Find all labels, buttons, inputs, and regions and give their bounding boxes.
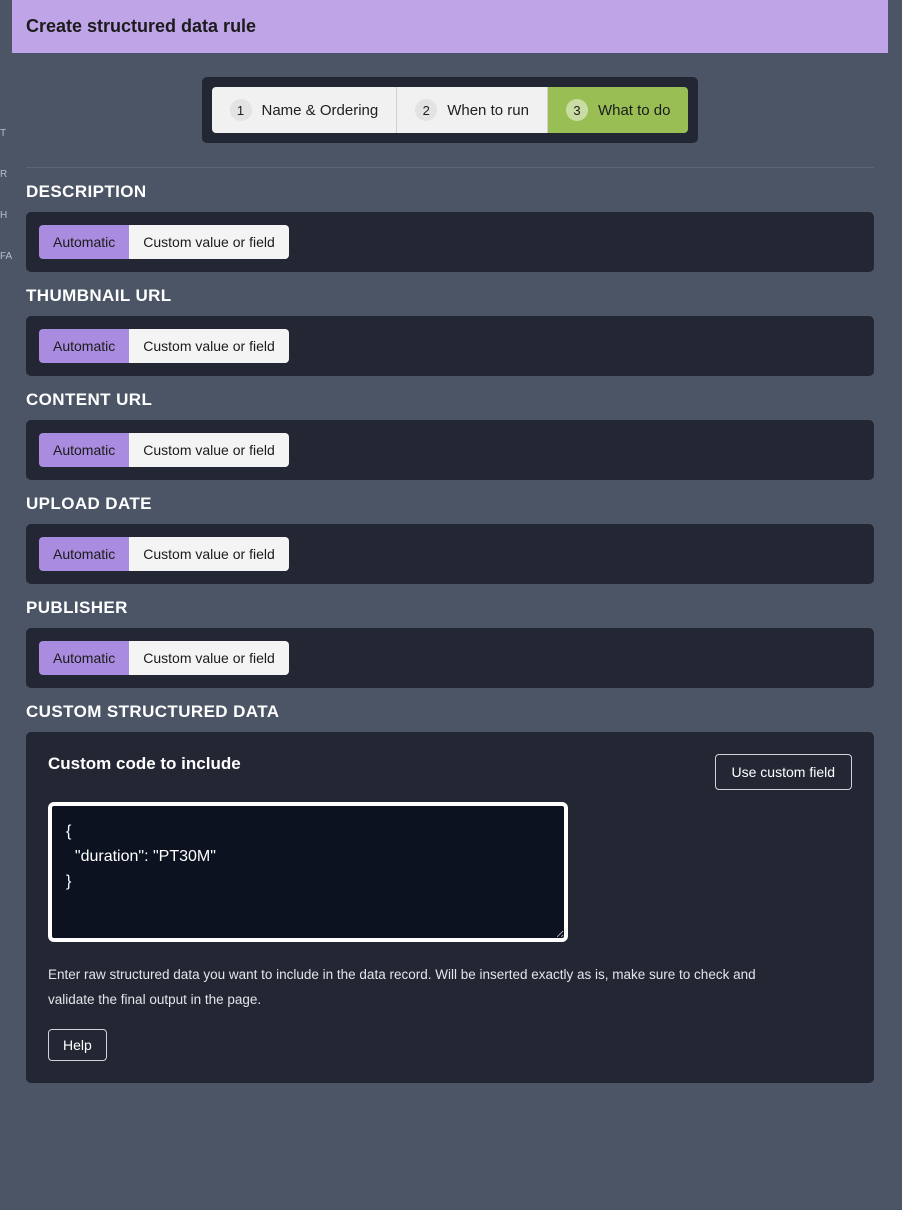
section-heading: UPLOAD DATE: [26, 494, 874, 514]
step-what-to-do[interactable]: 3 What to do: [548, 87, 689, 133]
section-description: DESCRIPTION Automatic Custom value or fi…: [12, 168, 888, 272]
step-number: 2: [415, 99, 437, 121]
section-heading: PUBLISHER: [26, 598, 874, 618]
toggle-automatic[interactable]: Automatic: [39, 433, 129, 467]
steps-container: 1 Name & Ordering 2 When to run 3 What t…: [12, 53, 888, 167]
section-heading: CONTENT URL: [26, 390, 874, 410]
section-panel: Automatic Custom value or field: [26, 420, 874, 480]
toggle-group: Automatic Custom value or field: [39, 225, 861, 259]
section-thumbnail-url: THUMBNAIL URL Automatic Custom value or …: [12, 272, 888, 376]
modal: Create structured data rule 1 Name & Ord…: [12, 0, 902, 1210]
toggle-group: Automatic Custom value or field: [39, 433, 861, 467]
rail-letter: H: [0, 210, 12, 221]
section-panel: Automatic Custom value or field: [26, 212, 874, 272]
step-number: 3: [566, 99, 588, 121]
toggle-automatic[interactable]: Automatic: [39, 537, 129, 571]
custom-code-hint: Enter raw structured data you want to in…: [48, 963, 768, 1013]
section-panel: Automatic Custom value or field: [26, 524, 874, 584]
toggle-automatic[interactable]: Automatic: [39, 225, 129, 259]
section-panel: Automatic Custom value or field: [26, 628, 874, 688]
toggle-group: Automatic Custom value or field: [39, 641, 861, 675]
section-panel: Custom code to include Use custom field …: [26, 732, 874, 1083]
toggle-custom-value[interactable]: Custom value or field: [129, 225, 289, 259]
step-label: What to do: [598, 102, 671, 119]
left-rail: T R H FA: [0, 0, 12, 1210]
step-label: Name & Ordering: [262, 102, 379, 119]
toggle-automatic[interactable]: Automatic: [39, 641, 129, 675]
section-heading: THUMBNAIL URL: [26, 286, 874, 306]
section-custom-structured-data: CUSTOM STRUCTURED DATA Custom code to in…: [12, 688, 888, 1083]
custom-code-label: Custom code to include: [48, 754, 241, 774]
toggle-automatic[interactable]: Automatic: [39, 329, 129, 363]
custom-code-textarea[interactable]: [48, 802, 568, 942]
section-upload-date: UPLOAD DATE Automatic Custom value or fi…: [12, 480, 888, 584]
section-content-url: CONTENT URL Automatic Custom value or fi…: [12, 376, 888, 480]
step-when-to-run[interactable]: 2 When to run: [397, 87, 548, 133]
toggle-custom-value[interactable]: Custom value or field: [129, 329, 289, 363]
page-title: Create structured data rule: [26, 16, 874, 37]
rail-letter: FA: [0, 251, 12, 262]
toggle-group: Automatic Custom value or field: [39, 537, 861, 571]
use-custom-field-button[interactable]: Use custom field: [715, 754, 852, 790]
toggle-custom-value[interactable]: Custom value or field: [129, 641, 289, 675]
section-panel: Automatic Custom value or field: [26, 316, 874, 376]
section-heading: DESCRIPTION: [26, 182, 874, 202]
step-label: When to run: [447, 102, 529, 119]
modal-header: Create structured data rule: [12, 0, 888, 53]
toggle-group: Automatic Custom value or field: [39, 329, 861, 363]
section-heading: CUSTOM STRUCTURED DATA: [26, 702, 874, 722]
toggle-custom-value[interactable]: Custom value or field: [129, 537, 289, 571]
rail-letter: R: [0, 169, 12, 180]
help-button[interactable]: Help: [48, 1029, 107, 1061]
step-number: 1: [230, 99, 252, 121]
toggle-custom-value[interactable]: Custom value or field: [129, 433, 289, 467]
section-publisher: PUBLISHER Automatic Custom value or fiel…: [12, 584, 888, 688]
wizard-steps: 1 Name & Ordering 2 When to run 3 What t…: [202, 77, 699, 143]
rail-letter: T: [0, 128, 12, 139]
step-name-and-ordering[interactable]: 1 Name & Ordering: [212, 87, 398, 133]
